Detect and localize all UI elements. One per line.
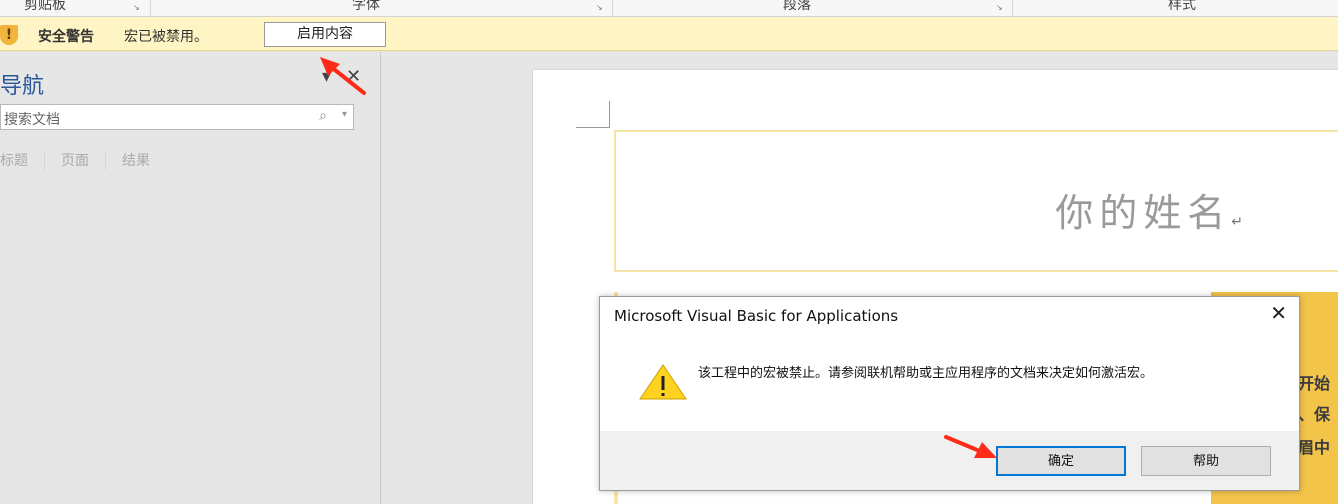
- ribbon-separator: [150, 0, 151, 16]
- ribbon-group-paragraph: 段落: [783, 0, 811, 13]
- tab-divider: [105, 152, 106, 170]
- nav-search-input[interactable]: 搜索文档 ⌕ ▾: [0, 104, 354, 130]
- security-warning-message: 宏已被禁用。: [124, 29, 208, 45]
- tab-headings[interactable]: 标题: [0, 150, 28, 170]
- dialog-close-icon[interactable]: ✕: [1270, 301, 1287, 325]
- ok-button[interactable]: 确定: [996, 446, 1126, 476]
- nav-close-icon[interactable]: ✕: [346, 66, 361, 87]
- nav-options-dropdown-icon[interactable]: ▾: [322, 66, 331, 87]
- dialog-message: 该工程中的宏被禁止。请参阅联机帮助或主应用程序的文档来决定如何激活宏。: [698, 366, 1154, 381]
- ribbon-separator: [612, 0, 613, 16]
- ribbon-group-clipboard: 剪贴板: [24, 0, 66, 13]
- security-warning-title: 安全警告: [38, 29, 94, 45]
- clipboard-launcher-icon[interactable]: ↘: [133, 3, 143, 13]
- nav-search-placeholder: 搜索文档: [4, 112, 60, 128]
- paragraph-launcher-icon[interactable]: ↘: [996, 3, 1006, 13]
- help-button[interactable]: 帮助: [1141, 446, 1271, 476]
- dialog-button-bar: 确定 帮助: [600, 431, 1299, 490]
- enable-content-button[interactable]: 启用内容: [264, 22, 386, 47]
- tab-pages[interactable]: 页面: [61, 150, 89, 170]
- search-options-chevron-icon[interactable]: ▾: [342, 109, 347, 120]
- ribbon-separator: [1012, 0, 1013, 16]
- ribbon-group-labels: 剪贴板 ↘ 字体 ↘ 段落 ↘ 样式: [0, 0, 1338, 17]
- warning-icon: [639, 364, 687, 400]
- nav-tabs: 标题 页面 结果: [0, 150, 150, 170]
- document-side-text-3: 眉中: [1298, 438, 1331, 457]
- document-side-text-1: 开始: [1298, 374, 1331, 393]
- document-side-text-2: 、保: [1298, 405, 1331, 424]
- tab-results[interactable]: 结果: [122, 150, 150, 170]
- crop-mark: [609, 101, 610, 128]
- name-placeholder: 你的姓名: [1055, 191, 1232, 235]
- security-warning-bar: ! 安全警告 宏已被禁用。 启用内容: [0, 17, 1338, 51]
- navigation-title: 导航: [0, 74, 45, 99]
- font-launcher-icon[interactable]: ↘: [596, 3, 606, 13]
- tab-divider: [44, 152, 45, 170]
- name-content-control[interactable]: 你的姓名↵: [614, 130, 1338, 272]
- navigation-pane: 导航 ▾ ✕ 搜索文档 ⌕ ▾ 标题 页面 结果: [0, 52, 381, 504]
- name-placeholder-text: 你的姓名↵: [1055, 182, 1243, 237]
- search-icon[interactable]: ⌕: [319, 108, 327, 124]
- ribbon-group-font: 字体: [352, 0, 380, 13]
- dialog-title: Microsoft Visual Basic for Applications: [614, 307, 899, 325]
- crop-mark: [576, 127, 610, 128]
- shield-warning-icon: !: [0, 25, 18, 45]
- ribbon-group-styles: 样式: [1168, 0, 1196, 13]
- vba-dialog: Microsoft Visual Basic for Applications …: [599, 296, 1300, 491]
- paragraph-mark: ↵: [1231, 214, 1243, 230]
- word-window: { "ribbon": { "groups": ["剪贴板", "字体", "段…: [0, 0, 1338, 504]
